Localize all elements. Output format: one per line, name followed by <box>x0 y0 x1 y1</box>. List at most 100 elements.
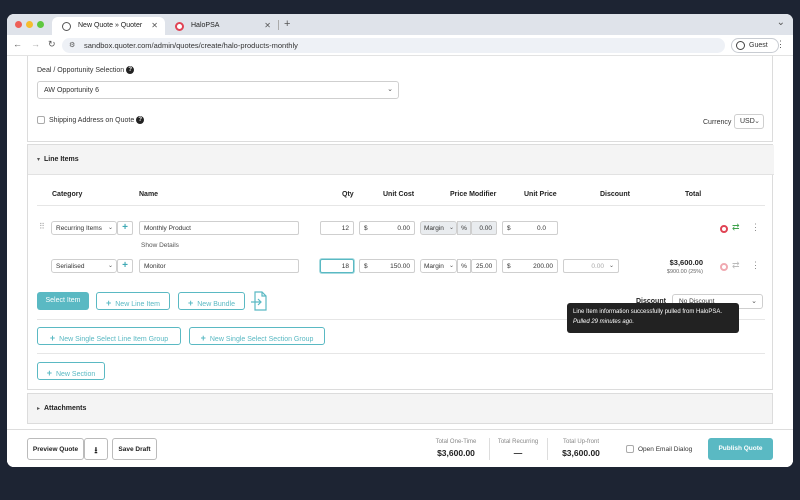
row2-modifier-select[interactable]: Margin ⌄ <box>420 259 457 273</box>
quote-settings-card: Deal / Opportunity Selection? AW Opportu… <box>27 56 773 142</box>
address-bar: ← → ↻ ⚙ sandbox.quoter.com/admin/quotes/… <box>7 35 793 56</box>
col-total: Total <box>685 191 702 198</box>
total-upfront-label: Total Up-front <box>562 439 599 445</box>
row1-modifier-input[interactable]: 0.00 <box>471 221 497 235</box>
reload-icon[interactable]: ↻ <box>48 39 56 50</box>
col-price-modifier: Price Modifier <box>450 191 497 198</box>
currency-select[interactable]: USD ⌄ <box>734 114 764 129</box>
download-icon[interactable]: ⭳ <box>84 438 108 460</box>
profile-button[interactable]: Guest <box>731 38 779 53</box>
tooltip-line1: Line Item information successfully pulle… <box>573 309 723 315</box>
divider <box>547 438 548 460</box>
row2-modifier-input[interactable]: 25.00 <box>471 259 497 273</box>
row2-name-input[interactable]: Monitor <box>139 259 299 273</box>
currency-symbol: $ <box>364 225 368 232</box>
new-single-select-line-item-group-button[interactable]: + New Single Select Line Item Group <box>37 327 181 345</box>
chevron-down-icon: ⌄ <box>107 263 113 269</box>
shipping-checkbox[interactable] <box>37 116 45 124</box>
plus-icon: + <box>46 368 52 378</box>
row2-qty-input[interactable]: 18 <box>320 259 354 273</box>
close-tab-icon[interactable]: ✕ <box>151 21 158 30</box>
total-upfront-value: $3,600.00 <box>562 448 600 458</box>
row1-category: Recurring Items <box>56 225 102 232</box>
url-field[interactable]: ⚙ sandbox.quoter.com/admin/quotes/create… <box>62 38 725 53</box>
new-bundle-label: New Bundle <box>197 301 235 308</box>
plus-icon: + <box>105 298 112 308</box>
site-settings-icon[interactable]: ⚙ <box>69 41 75 49</box>
row1-category-select[interactable]: Recurring Items ⌄ <box>51 221 117 235</box>
row-menu-icon[interactable]: ⋮ <box>751 260 760 271</box>
plus-icon: + <box>200 333 206 343</box>
line-items-header[interactable]: ▾ Line Items <box>28 145 774 175</box>
forward-icon[interactable]: → <box>31 39 40 49</box>
row1-name-input[interactable]: Monthly Product <box>139 221 299 235</box>
url-text: sandbox.quoter.com/admin/quotes/create/h… <box>84 41 298 50</box>
halopsa-sync-tooltip: Line Item information successfully pulle… <box>567 303 739 333</box>
row1-unit-price-input[interactable]: $ 0.0 <box>502 221 558 235</box>
new-single-select-section-group-button[interactable]: + New Single Select Section Group <box>189 327 325 345</box>
new-single-line-group-label: New Single Select Line Item Group <box>59 336 169 343</box>
save-draft-button[interactable]: Save Draft <box>112 438 157 460</box>
close-tab-icon[interactable]: ✕ <box>264 21 271 30</box>
col-discount: Discount <box>600 191 630 198</box>
chevron-down-icon: ⌄ <box>107 225 113 231</box>
row2-unit-cost-input[interactable]: $ 150.00 <box>359 259 415 273</box>
open-email-checkbox[interactable] <box>626 445 634 453</box>
deal-value: AW Opportunity 6 <box>44 87 99 94</box>
row1-unit-cost-input[interactable]: $ 0.00 <box>359 221 415 235</box>
drag-handle-icon[interactable]: ⠿ <box>39 222 45 231</box>
browser-window: New Quote » Quoter ✕ HaloPSA ✕ + ⌄ ← → ↻… <box>7 14 793 467</box>
new-line-item-button[interactable]: + New Line Item <box>96 292 170 310</box>
open-email-label: Open Email Dialog <box>638 446 693 453</box>
total-recurring-label: Total Recurring <box>497 439 539 445</box>
halopsa-icon <box>175 22 184 31</box>
col-unit-cost: Unit Cost <box>383 191 415 198</box>
close-window-button[interactable] <box>15 21 22 28</box>
preview-quote-button[interactable]: Preview Quote <box>27 438 84 460</box>
new-section-button[interactable]: + New Section <box>37 362 105 380</box>
currency-symbol: $ <box>507 263 511 270</box>
currency-label: Currency <box>703 119 732 126</box>
row2-unit-cost: 150.00 <box>390 263 410 270</box>
halopsa-icon[interactable] <box>720 225 728 233</box>
maximize-window-button[interactable] <box>37 21 44 28</box>
browser-menu-icon[interactable]: ⋮ <box>776 39 785 50</box>
divider <box>37 205 765 206</box>
row1-unit-price: 0.0 <box>537 225 547 232</box>
row2-unit-price: 200.00 <box>533 263 553 270</box>
row1-show-details-link[interactable]: Show Details <box>141 242 179 249</box>
back-icon[interactable]: ← <box>13 39 22 49</box>
sync-icon[interactable]: ⇄ <box>732 260 740 271</box>
help-icon[interactable]: ? <box>136 116 145 124</box>
publish-quote-button[interactable]: Publish Quote <box>708 438 773 460</box>
total-upfront: Total Up-front $3,600.00 <box>553 439 609 458</box>
chevron-down-icon: ⌄ <box>751 298 757 305</box>
new-bundle-button[interactable]: + New Bundle <box>178 292 245 310</box>
tab-halopsa[interactable]: HaloPSA ✕ <box>165 17 278 35</box>
help-icon[interactable]: ? <box>126 66 135 74</box>
attachments-card[interactable]: ▸ Attachments <box>27 393 773 424</box>
new-line-item-label: New Line Item <box>115 301 160 308</box>
row1-qty-input[interactable]: 12 <box>320 221 354 235</box>
row-menu-icon[interactable]: ⋮ <box>751 222 760 233</box>
import-icon[interactable] <box>250 291 267 311</box>
deal-select[interactable]: AW Opportunity 6 ⌄ <box>37 81 399 99</box>
row2-unit-price-input[interactable]: $ 200.00 <box>502 259 558 273</box>
sync-icon[interactable]: ⇄ <box>732 222 740 233</box>
select-item-button[interactable]: Select Item <box>37 292 89 310</box>
new-tab-icon[interactable]: + <box>284 18 290 30</box>
tab-strip: New Quote » Quoter ✕ HaloPSA ✕ + ⌄ <box>7 14 793 35</box>
row2-category-select[interactable]: Serialised ⌄ <box>51 259 117 273</box>
row1-modifier-select[interactable]: Margin ⌄ <box>420 221 457 235</box>
tab-search-icon[interactable]: ⌄ <box>777 17 785 28</box>
row1-add-category-button[interactable]: + <box>117 221 133 235</box>
row2-add-category-button[interactable]: + <box>117 259 133 273</box>
row2-total-margin: $900.00 (25%) <box>666 269 703 275</box>
divider <box>37 353 765 354</box>
row1-modifier-type: Margin <box>424 225 444 232</box>
row2-discount-input[interactable]: 0.00 ⌄ <box>563 259 619 273</box>
halopsa-icon[interactable] <box>720 263 728 271</box>
new-single-section-group-label: New Single Select Section Group <box>209 336 314 343</box>
tab-quoter[interactable]: New Quote » Quoter ✕ <box>52 17 165 35</box>
minimize-window-button[interactable] <box>26 21 33 28</box>
